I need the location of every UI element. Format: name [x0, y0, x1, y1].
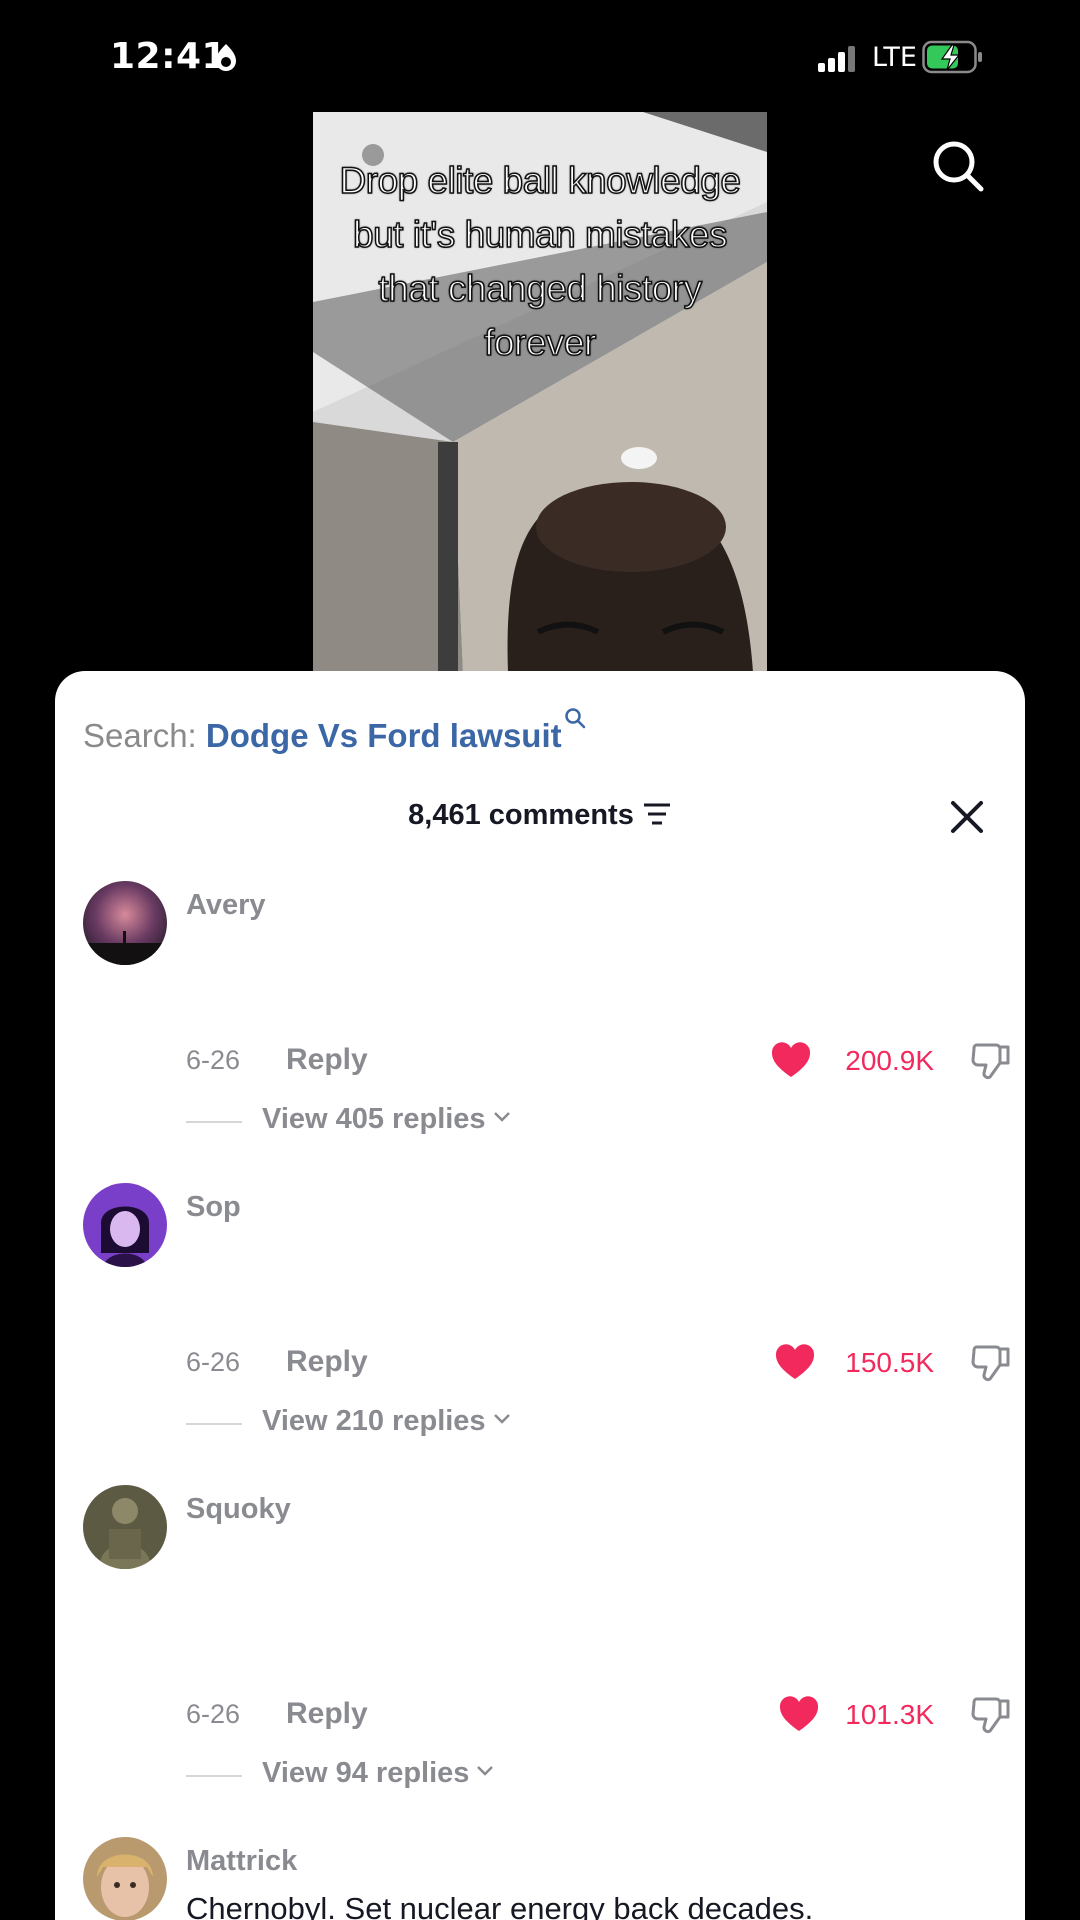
like-count: 101.3K — [845, 1699, 934, 1730]
signal-icon — [818, 44, 855, 72]
comment-actions: 6-26 Reply 150.5K — [186, 1343, 1016, 1383]
view-replies-button[interactable]: View 210 replies — [186, 1403, 786, 1443]
chevron-down-icon — [493, 1112, 510, 1122]
view-replies-label: View 94 replies — [262, 1757, 495, 1790]
comment-username[interactable]: Sop — [186, 1191, 241, 1224]
dislike-icon[interactable] — [970, 1041, 1012, 1081]
view-replies-label: View 405 replies — [262, 1103, 512, 1136]
comments-sheet: Search: Dodge Vs Ford lawsuit 8,461 comm… — [55, 671, 1025, 1920]
video-caption: Drop elite ball knowledge but it's human… — [339, 159, 742, 364]
heart-icon[interactable] — [778, 1695, 820, 1733]
battery-icon — [922, 40, 982, 74]
comment-actions: 6-26 Reply 200.9K — [186, 1041, 1016, 1081]
chevron-down-icon — [477, 1766, 494, 1776]
dislike-icon[interactable] — [970, 1695, 1012, 1735]
avatar[interactable] — [83, 1183, 167, 1267]
comment-date: 6-26 — [186, 1045, 241, 1075]
search-prefix: Search: — [83, 717, 197, 754]
reply-button[interactable]: Reply — [286, 1345, 368, 1379]
status-time: 12:41 — [110, 36, 228, 77]
divider — [186, 1423, 242, 1425]
divider — [186, 1121, 242, 1123]
filter-icon[interactable] — [642, 801, 672, 827]
heart-icon[interactable] — [770, 1041, 812, 1079]
view-replies-button[interactable]: View 405 replies — [186, 1101, 786, 1141]
reply-button[interactable]: Reply — [286, 1043, 368, 1077]
view-replies-button[interactable]: View 94 replies — [186, 1755, 786, 1795]
comment-text: Chernobyl. Set nuclear energy back decad… — [186, 1891, 814, 1920]
comment-count: 8,461 comments — [408, 799, 634, 831]
search-icon[interactable] — [930, 138, 986, 194]
comment-date: 6-26 — [186, 1699, 241, 1729]
avatar[interactable] — [83, 1485, 167, 1569]
like-count: 200.9K — [845, 1045, 934, 1076]
comments-header[interactable]: 8,461 comments — [55, 799, 1025, 832]
avatar[interactable] — [83, 881, 167, 965]
divider — [186, 1775, 242, 1777]
comment-username[interactable]: Squoky — [186, 1493, 291, 1526]
focus-icon — [216, 44, 236, 71]
network-type: LTE — [872, 42, 917, 73]
comment-username[interactable]: Avery — [186, 889, 266, 922]
comment-actions: 6-26 Reply 101.3K — [186, 1695, 1016, 1735]
avatar[interactable] — [83, 1837, 167, 1920]
chevron-down-icon — [493, 1414, 510, 1424]
status-bar: 12:41 LTE — [0, 0, 1080, 110]
close-icon[interactable] — [949, 799, 985, 835]
search-query-link[interactable]: Dodge Vs Ford lawsuit — [206, 717, 562, 754]
like-count: 150.5K — [845, 1347, 934, 1378]
comment-username[interactable]: Mattrick — [186, 1845, 297, 1878]
dislike-icon[interactable] — [970, 1343, 1012, 1383]
comment-date: 6-26 — [186, 1347, 241, 1377]
video-player[interactable]: Drop elite ball knowledge but it's human… — [313, 112, 767, 672]
heart-icon[interactable] — [774, 1343, 816, 1381]
reply-button[interactable]: Reply — [286, 1697, 368, 1731]
view-replies-label: View 210 replies — [262, 1405, 512, 1438]
search-suggestion[interactable]: Search: Dodge Vs Ford lawsuit — [83, 707, 586, 755]
search-icon — [564, 708, 585, 729]
